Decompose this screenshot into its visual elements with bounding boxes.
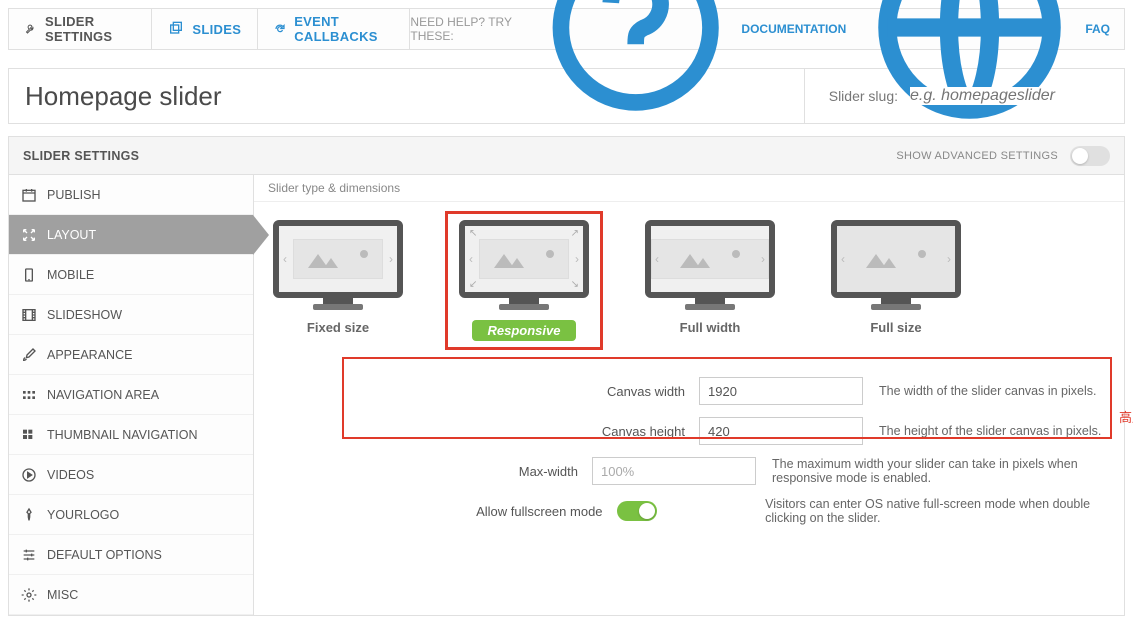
sidebar-item-publish[interactable]: PUBLISH <box>9 175 253 215</box>
type-label: Fixed size <box>268 320 408 335</box>
gear-icon <box>21 587 37 603</box>
sidebar-label: MISC <box>47 588 78 602</box>
wrench-icon <box>25 21 37 37</box>
brush-icon <box>21 347 37 363</box>
sidebar-item-defaultopts[interactable]: DEFAULT OPTIONS <box>9 535 253 575</box>
row-canvas-height: Canvas height The height of the slider c… <box>254 411 1124 451</box>
mobile-icon <box>21 267 37 283</box>
field-label: Canvas height <box>254 424 699 439</box>
documentation-link[interactable]: DOCUMENTATION <box>536 0 846 130</box>
form-area: 高度根据你banner图片高度来 Canvas width The width … <box>254 351 1124 541</box>
top-tabs: SLIDER SETTINGS SLIDES EVENT CALLBACKS N… <box>8 8 1125 50</box>
sidebar-label: APPEARANCE <box>47 348 132 362</box>
type-label: Full width <box>640 320 780 335</box>
tab-event-callbacks[interactable]: EVENT CALLBACKS <box>258 9 410 49</box>
sidebar-label: YOURLOGO <box>47 508 119 522</box>
panel-header: SLIDER SETTINGS SHOW ADVANCED SETTINGS <box>9 137 1124 175</box>
sidebar-item-mobile[interactable]: MOBILE <box>9 255 253 295</box>
advanced-toggle[interactable] <box>1070 146 1110 166</box>
type-fullwidth[interactable]: ‹› Full width <box>640 220 780 341</box>
thumb-icon <box>21 427 37 443</box>
row-max-width: Max-width The maximum width your slider … <box>254 451 1124 491</box>
link-text: FAQ <box>1085 22 1110 36</box>
slides-icon <box>168 21 184 37</box>
sidebar-label: DEFAULT OPTIONS <box>47 548 162 562</box>
content-area: Slider type & dimensions ‹› Fixed size ↖… <box>254 175 1124 615</box>
sidebar-label: LAYOUT <box>47 228 96 242</box>
sidebar: PUBLISH LAYOUT MOBILE SLIDESHOW APPEARAN… <box>9 175 254 615</box>
field-desc: The maximum width your slider can take i… <box>756 457 1124 485</box>
link-text: DOCUMENTATION <box>741 22 846 36</box>
tab-slides[interactable]: SLIDES <box>152 9 258 49</box>
nav-icon <box>21 387 37 403</box>
canvas-height-input[interactable] <box>699 417 863 445</box>
tab-slider-settings[interactable]: SLIDER SETTINGS <box>9 9 152 49</box>
max-width-input[interactable] <box>592 457 756 485</box>
slug-label: Slider slug: <box>829 88 898 104</box>
sidebar-item-appearance[interactable]: APPEARANCE <box>9 335 253 375</box>
tab-label: SLIDES <box>192 22 241 37</box>
field-desc: Visitors can enter OS native full-screen… <box>749 497 1124 525</box>
help-label: NEED HELP? TRY THESE: <box>410 15 522 43</box>
sidebar-label: THUMBNAIL NAVIGATION <box>47 428 197 442</box>
field-label: Canvas width <box>254 384 699 399</box>
expand-icon <box>21 227 37 243</box>
sidebar-label: PUBLISH <box>47 188 101 202</box>
redo-icon <box>274 21 286 37</box>
sidebar-item-navigation[interactable]: NAVIGATION AREA <box>9 375 253 415</box>
tab-label: EVENT CALLBACKS <box>294 14 393 44</box>
slug-area: Slider slug: <box>804 69 1124 123</box>
row-fullscreen: Allow fullscreen mode Visitors can enter… <box>254 491 1124 531</box>
sidebar-label: VIDEOS <box>47 468 94 482</box>
type-label: Full size <box>826 320 966 335</box>
sidebar-item-yourlogo[interactable]: YOURLOGO <box>9 495 253 535</box>
advanced-label: SHOW ADVANCED SETTINGS <box>896 150 1058 162</box>
field-label: Max-width <box>254 464 592 479</box>
sidebar-item-layout[interactable]: LAYOUT <box>9 215 253 255</box>
sidebar-label: NAVIGATION AREA <box>47 388 159 402</box>
slider-types: ‹› Fixed size ↖↗↙↘‹› Responsive ‹› Full … <box>254 202 1124 351</box>
film-icon <box>21 307 37 323</box>
canvas-width-input[interactable] <box>699 377 863 405</box>
row-canvas-width: Canvas width The width of the slider can… <box>254 371 1124 411</box>
type-responsive[interactable]: ↖↗↙↘‹› Responsive <box>454 220 594 341</box>
type-fixed[interactable]: ‹› Fixed size <box>268 220 408 341</box>
field-desc: The width of the slider canvas in pixels… <box>863 384 1096 398</box>
sidebar-label: SLIDESHOW <box>47 308 122 322</box>
question-icon <box>536 0 735 130</box>
settings-panel: SLIDER SETTINGS SHOW ADVANCED SETTINGS P… <box>8 136 1125 616</box>
calendar-icon <box>21 187 37 203</box>
section-title: Slider type & dimensions <box>254 175 1124 202</box>
type-label: Responsive <box>472 320 577 341</box>
fullscreen-toggle[interactable] <box>617 501 657 521</box>
field-label: Allow fullscreen mode <box>254 504 617 519</box>
panel-heading: SLIDER SETTINGS <box>23 149 139 163</box>
sidebar-label: MOBILE <box>47 268 94 282</box>
annotation-text: 高度根据你banner图片高度来 <box>1119 407 1133 426</box>
slug-input[interactable] <box>910 87 1110 105</box>
sidebar-item-thumbnav[interactable]: THUMBNAIL NAVIGATION <box>9 415 253 455</box>
advanced-toggle-area: SHOW ADVANCED SETTINGS <box>896 146 1110 166</box>
sidebar-item-misc[interactable]: MISC <box>9 575 253 615</box>
pin-icon <box>21 507 37 523</box>
type-fullsize[interactable]: ‹› Full size <box>826 220 966 341</box>
sidebar-item-slideshow[interactable]: SLIDESHOW <box>9 295 253 335</box>
page-title: Homepage slider <box>9 81 238 112</box>
sidebar-item-videos[interactable]: VIDEOS <box>9 455 253 495</box>
sliders-icon <box>21 547 37 563</box>
play-icon <box>21 467 37 483</box>
tab-label: SLIDER SETTINGS <box>45 14 135 44</box>
field-desc: The height of the slider canvas in pixel… <box>863 424 1101 438</box>
